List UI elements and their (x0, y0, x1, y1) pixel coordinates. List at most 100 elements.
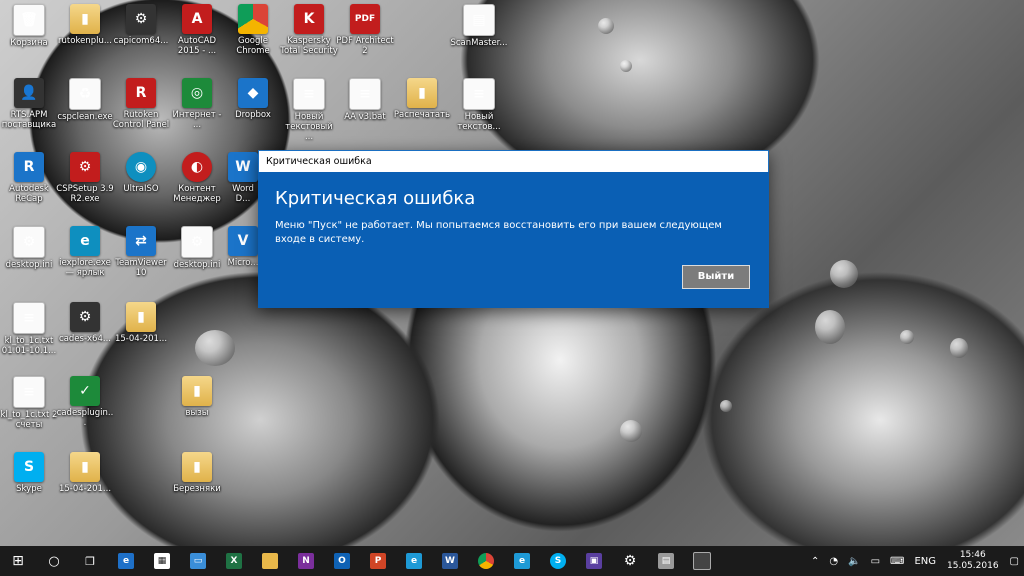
taskbar-store[interactable]: ▦ (144, 546, 180, 576)
desktop-icon-aa-bat[interactable]: ≡ АА v3.bat (336, 78, 394, 122)
taskbar-powerpoint[interactable]: P (360, 546, 396, 576)
desktop-icon-label: Skype (16, 484, 42, 494)
taskbar-edge-2[interactable]: e (504, 546, 540, 576)
desktop-icon-raspechatat[interactable]: ▮ Распечатать (393, 78, 451, 120)
desktop-icon-desktop-ini-1[interactable]: ⚙ desktop.ini (0, 226, 58, 270)
installer-icon: ⚙ (126, 4, 156, 34)
taskbar-outlook[interactable]: O (324, 546, 360, 576)
desktop-icon-capicom[interactable]: ⚙ capicom64... (112, 4, 170, 46)
taskbar-word[interactable]: W (432, 546, 468, 576)
language-indicator[interactable]: ENG (914, 556, 936, 567)
folder-icon: ▮ (70, 4, 100, 34)
clock[interactable]: 15:46 15.05.2016 (947, 550, 999, 572)
water-drop (620, 420, 642, 442)
search-button[interactable]: ○ (36, 546, 72, 576)
desktop-icon-kl-to-1c-2[interactable]: ≡ kl_to_1c.txt 2 счеты (0, 376, 58, 430)
keyboard-icon[interactable]: ⌨ (890, 556, 904, 567)
visio-icon: V (228, 226, 258, 256)
desktop-icon-recap[interactable]: R Autodesk ReCap (0, 152, 58, 204)
desktop-icon-content-manager[interactable]: ◐ Контент Менеджер (168, 152, 226, 204)
desktop-icon-label: Новый текстовый ... (285, 112, 333, 142)
water-drop (950, 338, 968, 358)
taskbar-settings[interactable]: ⚙ (612, 546, 648, 576)
desktop-icon-bereznyaki[interactable]: ▮ Березняки (168, 452, 226, 494)
notifications-icon[interactable]: ▢ (1010, 556, 1019, 567)
desktop-icon-rutoken-panel[interactable]: R Rutoken Control Panel (112, 78, 170, 130)
desktop-icon-kl-to-1c-1[interactable]: ≡ kl_to_1c.txt 01.01-10.1... (0, 302, 58, 356)
desktop-icon-recycle-bin[interactable]: 🗑 Корзина (0, 4, 58, 48)
bat-file-icon: ≡ (349, 78, 381, 110)
taskbar-save[interactable]: ▣ (576, 546, 612, 576)
desktop-icon-dropbox[interactable]: ◆ Dropbox (224, 78, 282, 120)
desktop-icon-kaspersky[interactable]: K Kaspersky Total Security (280, 4, 338, 56)
dropbox-icon: ◆ (238, 78, 268, 108)
exit-button[interactable]: Выйти (682, 265, 750, 289)
desktop-icon-label: Rutoken Control Panel (112, 110, 170, 130)
desktop-icon-internet[interactable]: ◎ Интернет - ... (168, 78, 226, 130)
remote-desktop-icon: ▭ (190, 553, 206, 569)
desktop-icon-chrome[interactable]: Google Chrome (224, 4, 282, 56)
task-view-button[interactable]: ❐ (72, 546, 108, 576)
volume-icon[interactable]: 🔈 (848, 556, 860, 567)
taskbar-scanner[interactable]: ▤ (648, 546, 684, 576)
text-file-icon: ≡ (13, 376, 45, 408)
desktop-icon-cspsetup[interactable]: ⚙ CSPSetup 3.9 R2.exe (56, 152, 114, 204)
taskbar-excel[interactable]: X (216, 546, 252, 576)
onenote-icon: N (298, 553, 314, 569)
taskbar-onenote[interactable]: N (288, 546, 324, 576)
desktop-icon-folder-15-04-a[interactable]: ▮ 15-04-201... (112, 302, 170, 344)
desktop-icon-rts-apm[interactable]: 👤 RTS.APM поставщика (0, 78, 58, 130)
desktop-icon-ultraiso[interactable]: ◉ UltraISO (112, 152, 170, 194)
desktop-icon-skype[interactable]: S Skype (0, 452, 58, 494)
folder-icon: ▮ (407, 78, 437, 108)
desktop-icon-scanmaster[interactable]: ▤ ScanMaster... (450, 4, 508, 48)
taskbar-internet-explorer[interactable]: e (396, 546, 432, 576)
desktop-icon-cspclean[interactable]: ♻ cspclean.exe (56, 78, 114, 122)
start-button[interactable]: ⊞ (0, 546, 36, 576)
clock-time: 15:46 (959, 550, 986, 560)
desktop-icon-new-text-1[interactable]: ≡ Новый текстовый ... (280, 78, 338, 142)
desktop-icon-label: ScanMaster... (450, 38, 508, 48)
folder-icon (262, 553, 278, 569)
desktop-icon-label: kl_to_1c.txt 2 счеты (0, 410, 58, 430)
teamviewer-icon: ⇄ (126, 226, 156, 256)
desktop-icon-cades-x64[interactable]: ⚙ cades-x64... (56, 302, 114, 344)
desktop-icon-autocad[interactable]: A AutoCAD 2015 - ... (168, 4, 226, 56)
taskbar-window[interactable] (684, 546, 720, 576)
desktop-icon-desktop-ini-2[interactable]: ⚙ desktop.ini (168, 226, 226, 270)
ultraiso-icon: ◉ (126, 152, 156, 182)
taskbar-skype[interactable]: S (540, 546, 576, 576)
dialog-message: Меню "Пуск" не работает. Мы попытаемся в… (275, 220, 722, 245)
desktop-icon-cadesplugin[interactable]: ✓ cadesplugin... (56, 376, 114, 428)
network-icon[interactable]: ◔ (829, 556, 838, 567)
desktop-icon-rutokenplugin[interactable]: ▮ rutokenplu... (56, 4, 114, 46)
dialog-titlebar[interactable]: Критическая ошибка (258, 150, 769, 173)
folder-icon: ▮ (182, 452, 212, 482)
desktop-icon-word[interactable]: W Word D... (226, 152, 260, 204)
taskbar-edge[interactable]: e (108, 546, 144, 576)
desktop-icon-label: capicom64... (113, 36, 169, 46)
taskbar-file-explorer[interactable] (252, 546, 288, 576)
desktop-icon-vyzy[interactable]: ▮ вызы (168, 376, 226, 418)
desktop-icon-label: Micro... (227, 258, 259, 268)
chevron-up-icon[interactable]: ⌃ (811, 556, 819, 567)
critical-error-dialog: Критическая ошибка Критическая ошибка Ме… (258, 150, 769, 308)
content-manager-icon: ◐ (182, 152, 212, 182)
desktop-icon-folder-15-04-b[interactable]: ▮ 15-04-201... (56, 452, 114, 494)
desktop-icon-iexplore[interactable]: e iexplore.exe — ярлык (56, 226, 114, 278)
desktop-icon-pdf-architect[interactable]: PDF PDF Architect 2 (336, 4, 394, 56)
desktop-icon-new-text-2[interactable]: ≡ Новый текстов... (450, 78, 508, 132)
desktop-icon-label: cades-x64... (59, 334, 111, 344)
battery-icon[interactable]: ▭ (871, 556, 880, 567)
desktop-icon-visio[interactable]: V Micro... (226, 226, 260, 268)
skype-icon: S (550, 553, 566, 569)
desktop-icon-label: 15-04-201... (58, 484, 112, 494)
water-drop (830, 260, 858, 288)
recycle-bin-icon: 🗑 (13, 4, 45, 36)
desktop-icon-teamviewer[interactable]: ⇄ TeamViewer 10 (112, 226, 170, 278)
taskbar-chrome[interactable] (468, 546, 504, 576)
desktop-icon-label: cadesplugin... (56, 408, 114, 428)
search-icon: ○ (48, 553, 60, 569)
word-icon: W (228, 152, 258, 182)
taskbar-remote-desktop[interactable]: ▭ (180, 546, 216, 576)
